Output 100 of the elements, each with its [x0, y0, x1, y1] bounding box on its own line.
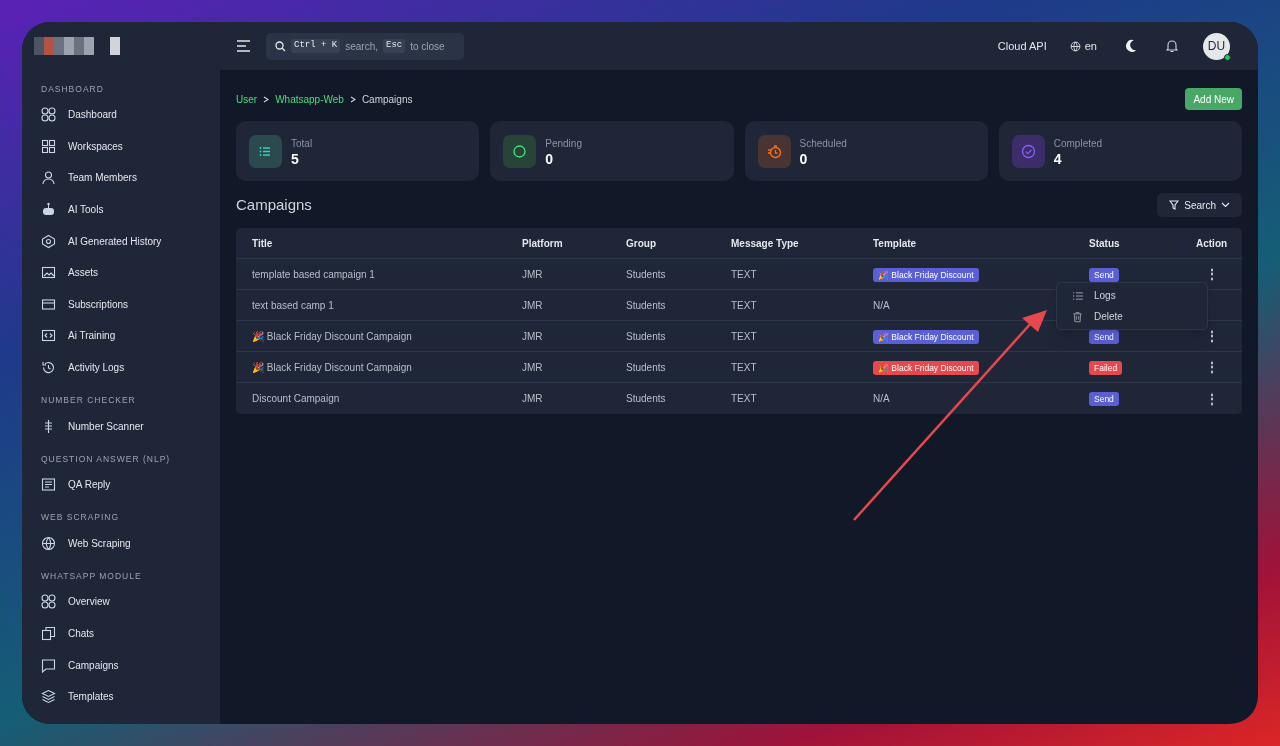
- table-cell-text: Students: [626, 267, 667, 282]
- table-cell-text: JMR: [522, 360, 544, 375]
- section-heading: WEB SCRAPING: [41, 511, 121, 525]
- table-cell-text: JMR: [522, 329, 544, 344]
- sidebar-item[interactable]: Ai Training: [41, 320, 116, 352]
- section-heading: DASHBOARD: [41, 82, 105, 96]
- breadcrumb-link[interactable]: User: [236, 91, 258, 107]
- table-cell-text: Discount Campaign: [251, 392, 341, 406]
- sidebar-item[interactable]: Campaigns: [41, 649, 119, 681]
- search-hint: search,: [345, 39, 378, 54]
- table-cell-text: 🎉 Black Friday Discount Campaign: [251, 360, 413, 375]
- table-cell-text: TEXT: [731, 392, 758, 406]
- breadcrumb-link[interactable]: Whatsapp-Web: [275, 91, 344, 107]
- chat-bubble-icon: [41, 657, 56, 673]
- more-options-button[interactable]: ⋮: [1206, 392, 1218, 405]
- table-cell-text: Students: [626, 360, 667, 375]
- sidebar-item[interactable]: Templates: [41, 680, 114, 713]
- status-badge: Send: [1089, 267, 1119, 282]
- table-cell-text: TEXT: [731, 267, 758, 282]
- moon-icon[interactable]: [1125, 39, 1137, 53]
- stat-label: Pending: [545, 136, 582, 151]
- sidebar-item[interactable]: Dashboard: [41, 99, 117, 131]
- sidebar-item[interactable]: Web Scraping: [41, 527, 131, 560]
- search-field[interactable]: Ctrl + K search, Esc to close: [266, 32, 464, 60]
- table-cell-text: TEXT: [731, 298, 758, 313]
- user-avatar[interactable]: DU: [1203, 32, 1230, 60]
- stat-label: Completed: [1053, 136, 1103, 151]
- template-tag: 🎉 Black Friday Discount: [873, 267, 979, 282]
- search-icon: [275, 40, 286, 52]
- table-cell-text: JMR: [522, 392, 544, 406]
- user-icon: [41, 170, 56, 186]
- table-cell-text: TEXT: [731, 329, 758, 344]
- status-badge: Send: [1089, 392, 1119, 406]
- column-header: Status: [1089, 236, 1121, 251]
- chevron-down-icon: [1221, 202, 1230, 208]
- table-cell-text: template based campaign 1: [251, 267, 376, 282]
- column-header: Action: [1196, 236, 1229, 251]
- menu-item[interactable]: Logs: [1057, 285, 1207, 306]
- stat-value: 0: [799, 150, 809, 167]
- trash-icon: [1072, 309, 1083, 324]
- stat-value: 5: [291, 150, 300, 167]
- language-selector[interactable]: en: [1069, 37, 1097, 55]
- status-badge: Failed: [1089, 360, 1123, 375]
- more-options-button[interactable]: ⋮: [1206, 361, 1218, 373]
- table-cell-text: 🎉 Black Friday Discount Campaign: [251, 329, 413, 344]
- sidebar-item[interactable]: Overview: [41, 586, 110, 618]
- sidebar-item[interactable]: Chats: [41, 617, 95, 650]
- search-filter-button[interactable]: Search: [1157, 193, 1242, 217]
- sidebar-item[interactable]: AI Generated History: [41, 225, 162, 257]
- filter-icon: [1169, 200, 1180, 210]
- sidebar-item[interactable]: Number Scanner: [41, 410, 144, 442]
- cloud-api-link[interactable]: Cloud API: [997, 37, 1047, 55]
- table-cell-text: Students: [626, 329, 667, 344]
- section-title: Campaigns: [236, 194, 312, 215]
- sidebar-item[interactable]: AI Tools: [41, 193, 104, 226]
- table-cell-text: text based camp 1: [251, 298, 335, 313]
- more-options-button[interactable]: ⋮: [1206, 330, 1218, 342]
- menu-icon[interactable]: [236, 39, 252, 53]
- chevron-right-icon: [349, 95, 356, 103]
- timer-icon: [766, 143, 782, 159]
- table-cell-text: JMR: [522, 298, 544, 313]
- sidebar-item[interactable]: Workspaces: [41, 130, 123, 163]
- sidebar-item[interactable]: Assets: [41, 256, 98, 289]
- section-heading: WHATSAPP MODULE: [41, 569, 143, 583]
- image-icon: [41, 265, 56, 281]
- menu-item[interactable]: Delete: [1057, 306, 1207, 327]
- check-circle-icon: [1020, 143, 1036, 159]
- column-header: Platform: [522, 236, 564, 251]
- template-tag: 🎉 Black Friday Discount: [873, 329, 979, 344]
- grid-icon: [41, 138, 56, 154]
- cube-icon: [41, 233, 56, 249]
- more-options-button[interactable]: ⋮: [1206, 268, 1218, 280]
- breadcrumb-current: Campaigns: [361, 92, 413, 107]
- circle-icon: [512, 143, 528, 159]
- stat-label: Scheduled: [799, 136, 847, 151]
- bell-icon[interactable]: [1166, 39, 1178, 53]
- sidebar-item[interactable]: QA Reply: [41, 468, 111, 501]
- keyboard-shortcut: Ctrl + K: [291, 39, 341, 53]
- table-cell-text: TEXT: [731, 360, 758, 375]
- sidebar-item[interactable]: Team Members: [41, 162, 137, 194]
- column-header: Group: [626, 236, 657, 251]
- search-hint: to close: [410, 39, 445, 54]
- column-header: Message Type: [731, 236, 800, 251]
- layers-icon: [41, 689, 56, 705]
- stat-value: 4: [1053, 150, 1063, 167]
- stat-label: Total: [291, 136, 313, 151]
- sidebar-item[interactable]: Activity Logs: [41, 351, 125, 384]
- circles-icon: [41, 594, 56, 610]
- section-heading: QUESTION ANSWER (NLP): [41, 452, 172, 466]
- circles-icon: [41, 107, 56, 123]
- column-header: Title: [251, 236, 274, 251]
- column-header: Template: [873, 236, 918, 251]
- keyboard-shortcut: Esc: [383, 39, 406, 53]
- globe-icon: [41, 535, 56, 551]
- robot-icon: [41, 202, 56, 218]
- copy-icon: [41, 626, 56, 641]
- section-heading: NUMBER CHECKER: [41, 393, 137, 407]
- table-cell-text: JMR: [522, 267, 544, 282]
- sidebar-item[interactable]: Subscriptions: [41, 288, 129, 321]
- table-cell-text: Students: [626, 298, 667, 313]
